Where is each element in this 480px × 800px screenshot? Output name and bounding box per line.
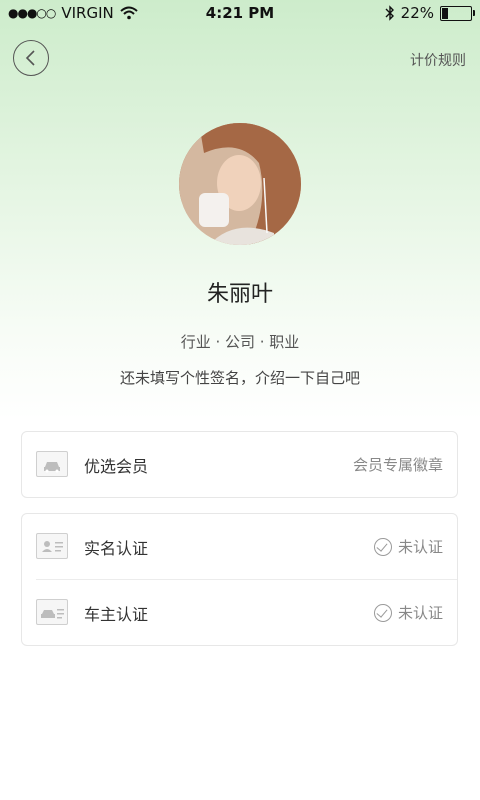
pricing-rules-link[interactable]: 计价规则 (410, 50, 466, 70)
membership-card: 优选会员 会员专属徽章 (21, 431, 458, 498)
status-right: 22% (385, 4, 475, 22)
car-owner-label: 车主认证 (84, 604, 149, 624)
car-license-icon (36, 599, 68, 625)
real-name-status-text: 未认证 (397, 538, 443, 556)
real-name-verification-row[interactable]: 实名认证 未认证 (22, 514, 457, 579)
user-signature[interactable]: 还未填写个性签名，介绍一下自己吧 (0, 367, 480, 388)
battery-level (442, 7, 448, 19)
car-owner-status: 未认证 (373, 602, 443, 623)
verification-card: 实名认证 未认证 车主认证 未认证 (21, 513, 458, 646)
car-owner-verification-row[interactable]: 车主认证 未认证 (36, 579, 457, 645)
avatar-photo (179, 123, 301, 245)
user-meta[interactable]: 行业 · 公司 · 职业 (0, 331, 480, 352)
avatar (179, 123, 301, 245)
chevron-left-icon (25, 50, 35, 66)
car-badge-icon (36, 451, 68, 477)
bluetooth-icon (385, 5, 394, 21)
real-name-status: 未认证 (373, 536, 443, 557)
membership-label: 优选会员 (84, 456, 149, 476)
check-circle-icon (373, 537, 392, 556)
membership-badge-text: 会员专属徽章 (352, 456, 443, 474)
id-card-icon (36, 533, 68, 559)
back-button[interactable] (13, 40, 49, 76)
car-owner-status-text: 未认证 (397, 604, 443, 622)
membership-row[interactable]: 优选会员 会员专属徽章 (22, 432, 457, 497)
status-bar: ●●●○○ VIRGIN 4:21 PM 22% (0, 0, 480, 26)
battery-percent: 22% (400, 4, 434, 22)
user-name: 朱丽叶 (206, 282, 273, 307)
battery-icon (440, 5, 475, 21)
real-name-label: 实名认证 (84, 538, 149, 558)
check-circle-icon (373, 603, 392, 622)
